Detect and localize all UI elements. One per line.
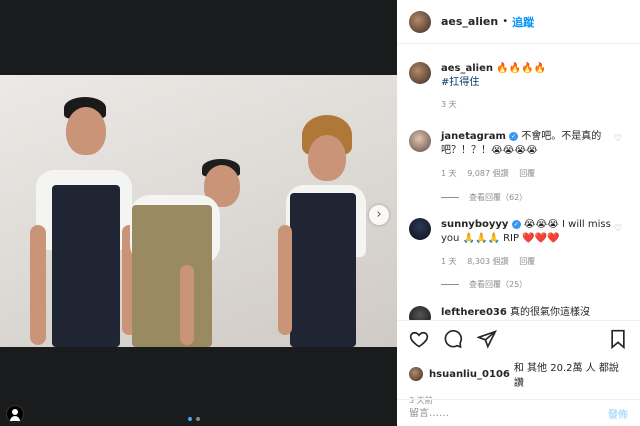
- comment-likes[interactable]: 8,303 個讚: [467, 257, 508, 266]
- comment-like-heart-icon[interactable]: ♡: [614, 224, 622, 234]
- comment-username[interactable]: lefthere036: [441, 307, 507, 318]
- post-actions: hsuanliu_0106 和 其他 20.2萬 人 都說讚 3 天前: [397, 320, 640, 406]
- likes-summary: hsuanliu_0106 和 其他 20.2萬 人 都說讚: [409, 359, 628, 389]
- comment-username[interactable]: janetagram: [441, 131, 506, 142]
- view-replies-button[interactable]: 查看回覆（62）: [441, 192, 527, 203]
- view-replies-label[interactable]: 查看回覆（62）: [469, 192, 527, 203]
- comment-avatar[interactable]: [409, 130, 431, 152]
- comment-icon[interactable]: [443, 329, 463, 349]
- post-header: aes_alien • 追蹤: [397, 0, 640, 44]
- heart-icon[interactable]: [409, 329, 429, 349]
- post-sidebar: aes_alien • 追蹤 aes_alien 🔥🔥🔥🔥 #扛得住 3 天 j…: [397, 0, 640, 426]
- likes-text[interactable]: 和 其他 20.2萬 人 都說讚: [514, 359, 628, 389]
- comments-list: aes_alien 🔥🔥🔥🔥 #扛得住 3 天 janetagram ✓ 不會吧…: [397, 44, 640, 320]
- comment-reply-button[interactable]: 回覆: [519, 169, 535, 178]
- comment-input[interactable]: [409, 407, 608, 419]
- verified-badge-icon: ✓: [511, 220, 521, 229]
- comment-form: 發佈: [397, 399, 640, 426]
- comment-avatar[interactable]: [409, 306, 431, 320]
- post-comment-button[interactable]: 發佈: [608, 406, 628, 421]
- header-separator: •: [502, 16, 509, 27]
- photo-viewer: ›: [0, 0, 397, 426]
- comment-text: 真的很氣你這樣沒: [510, 307, 591, 318]
- comment-time[interactable]: 1 天: [441, 257, 457, 266]
- photo-person-right: [268, 75, 378, 347]
- tagged-users-icon[interactable]: [6, 405, 24, 423]
- carousel-dots: [188, 417, 200, 421]
- comment-item: sunnyboyyy ✓ 😭😭😭 I will miss you 🙏🙏🙏 RIP…: [409, 218, 634, 269]
- bookmark-icon[interactable]: [608, 329, 628, 349]
- comment-likes[interactable]: 9,087 個讚: [467, 169, 508, 178]
- carousel-dot-1: [188, 417, 192, 421]
- comment-time[interactable]: 1 天: [441, 169, 457, 178]
- replies-divider: [441, 284, 459, 285]
- share-icon[interactable]: [477, 329, 497, 349]
- comment-avatar[interactable]: [409, 218, 431, 240]
- next-photo-button[interactable]: ›: [369, 205, 389, 225]
- follow-button[interactable]: 追蹤: [512, 14, 534, 30]
- caption-time: 3 天: [441, 100, 457, 109]
- post-photo: [0, 75, 397, 347]
- liker-username[interactable]: hsuanliu_0106: [429, 369, 510, 380]
- author-username[interactable]: aes_alien: [441, 15, 498, 28]
- comment-item: lefthere036 真的很氣你這樣沒: [409, 306, 634, 320]
- view-replies-label[interactable]: 查看回覆（25）: [469, 279, 527, 290]
- comment-username[interactable]: sunnyboyyy: [441, 219, 508, 230]
- caption-username[interactable]: aes_alien: [441, 63, 493, 74]
- caption-avatar[interactable]: [409, 62, 431, 84]
- caption-hashtag[interactable]: #扛得住: [441, 76, 546, 90]
- comment-reply-button[interactable]: 回覆: [519, 257, 535, 266]
- view-replies-button[interactable]: 查看回覆（25）: [441, 279, 527, 290]
- comment-item: janetagram ✓ 不會吧。不是真的吧？！？！😭😭😭😭 1 天 9,087…: [409, 130, 634, 181]
- author-avatar[interactable]: [409, 10, 431, 33]
- replies-divider: [441, 197, 459, 198]
- comment-like-heart-icon[interactable]: ♡: [614, 134, 622, 144]
- verified-badge-icon: ✓: [509, 132, 519, 141]
- photo-person-middle: [120, 75, 240, 347]
- caption-emoji: 🔥🔥🔥🔥: [496, 63, 546, 74]
- liker-avatar[interactable]: [409, 367, 423, 381]
- post-caption: aes_alien 🔥🔥🔥🔥 #扛得住 3 天: [409, 62, 546, 112]
- carousel-dot-2: [196, 417, 200, 421]
